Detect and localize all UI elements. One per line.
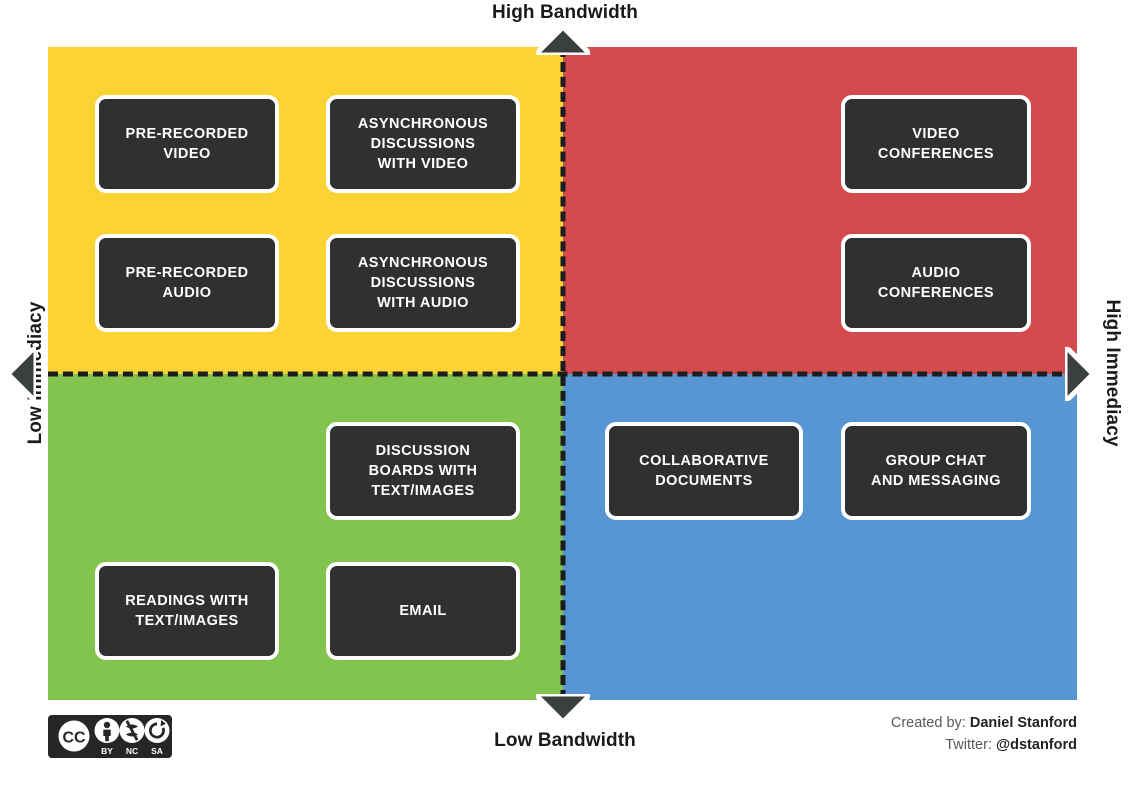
bandwidth-immediacy-matrix: PRE-RECORDED VIDEO ASYNCHRONOUS DISCUSSI… — [48, 47, 1077, 700]
item-line: AUDIO — [162, 285, 212, 301]
credit-line-twitter: Twitter: @dstanford — [891, 735, 1077, 757]
item-line: VIDEO — [912, 126, 960, 142]
item-line: DISCUSSION — [375, 443, 471, 459]
arrow-up-icon — [535, 25, 591, 55]
credit-line-created-by: Created by: Daniel Stanford — [891, 713, 1077, 735]
item-line: DOCUMENTS — [655, 473, 753, 489]
item-box-collaborative-documents[interactable]: COLLABORATIVE DOCUMENTS — [605, 422, 803, 520]
item-line: WITH AUDIO — [377, 295, 469, 311]
item-box-readings-with-text-images[interactable]: READINGS WITH TEXT/IMAGES — [95, 562, 279, 660]
twitter-label: Twitter: — [945, 736, 992, 753]
item-line: DISCUSSIONS — [370, 136, 476, 152]
item-box-video-conferences[interactable]: VIDEO CONFERENCES — [841, 95, 1031, 193]
item-line: AND MESSAGING — [871, 473, 1001, 489]
svg-text:CC: CC — [62, 730, 86, 747]
created-by-label: Created by: — [890, 715, 966, 731]
item-line: TEXT/IMAGES — [135, 613, 239, 629]
item-box-email[interactable]: EMAIL — [326, 562, 520, 660]
item-box-group-chat-and-messaging[interactable]: GROUP CHAT AND MESSAGING — [841, 422, 1031, 520]
creative-commons-license-badge[interactable]: CC BY NC SA — [48, 715, 172, 758]
twitter-handle[interactable]: @dstanford — [996, 737, 1077, 753]
item-line: PRE-RECORDED — [125, 265, 249, 281]
axis-label-high-bandwidth: High Bandwidth — [492, 2, 638, 23]
item-line: GROUP CHAT — [885, 453, 987, 469]
item-line: PRE-RECORDED — [125, 126, 249, 142]
item-line: EMAIL — [399, 603, 447, 619]
item-box-audio-conferences[interactable]: AUDIO CONFERENCES — [841, 234, 1031, 332]
arrow-down-icon — [535, 694, 591, 724]
arrow-left-icon — [6, 346, 36, 402]
svg-text:SA: SA — [151, 746, 163, 756]
item-line: VIDEO — [163, 146, 211, 162]
item-line: CONFERENCES — [877, 146, 995, 162]
item-box-async-discussions-with-audio[interactable]: ASYNCHRONOUS DISCUSSIONS WITH AUDIO — [326, 234, 520, 332]
svg-text:NC: NC — [126, 746, 138, 756]
item-line: WITH VIDEO — [377, 156, 469, 172]
item-box-pre-recorded-audio[interactable]: PRE-RECORDED AUDIO — [95, 234, 279, 332]
item-line: AUDIO — [911, 265, 961, 281]
item-line: CONFERENCES — [877, 285, 995, 301]
divider-horizontal — [48, 371, 1077, 376]
svg-text:BY: BY — [101, 746, 113, 756]
arrow-right-icon — [1065, 346, 1095, 402]
item-line: READINGS WITH — [125, 593, 249, 609]
credits: Created by: Daniel Stanford Twitter: @ds… — [891, 713, 1077, 757]
created-by-name: Daniel Stanford — [969, 715, 1077, 731]
item-line: COLLABORATIVE — [639, 453, 769, 469]
item-line: ASYNCHRONOUS — [357, 255, 489, 271]
item-box-discussion-boards-with-text-images[interactable]: DISCUSSION BOARDS WITH TEXT/IMAGES — [326, 422, 520, 520]
item-line: TEXT/IMAGES — [371, 483, 475, 499]
item-box-pre-recorded-video[interactable]: PRE-RECORDED VIDEO — [95, 95, 279, 193]
axis-label-high-immediacy: High Immediacy — [1102, 299, 1123, 447]
item-line: DISCUSSIONS — [370, 275, 476, 291]
item-box-async-discussions-with-video[interactable]: ASYNCHRONOUS DISCUSSIONS WITH VIDEO — [326, 95, 520, 193]
item-line: BOARDS WITH — [368, 463, 478, 479]
item-line: ASYNCHRONOUS — [357, 116, 489, 132]
